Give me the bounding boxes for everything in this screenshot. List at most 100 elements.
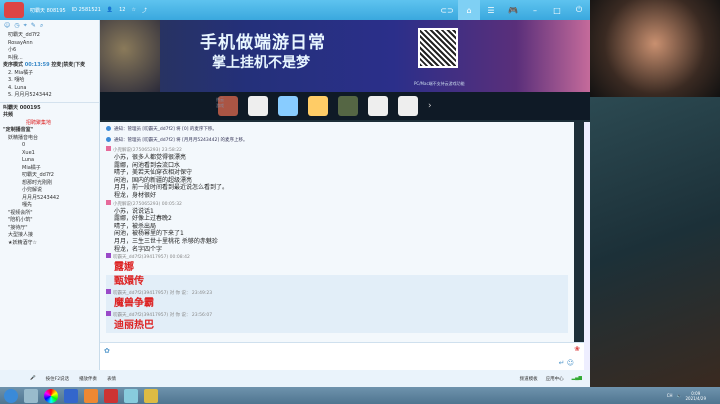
qr-code	[418, 28, 458, 68]
flower-icon[interactable]: ❀	[574, 345, 580, 353]
leave-mic[interactable]: 下麦	[75, 62, 85, 68]
power-icon[interactable]: ⏻	[568, 0, 590, 20]
user-item[interactable]: 叫我...	[0, 55, 99, 63]
member[interactable]: 小兜解说	[0, 187, 99, 195]
queue-item[interactable]: 3. 嘎哈	[0, 77, 99, 85]
app-center-button[interactable]: 应用中心	[546, 376, 564, 382]
accompaniment-button[interactable]: 播放伴奏	[79, 376, 97, 382]
group[interactable]: "接待厅"	[0, 225, 99, 233]
member[interactable]: 想那时光刚刚	[0, 180, 99, 188]
notice: 通知：管理员 [叨霸天_dd7f2] 将 [月月月5243442] 的麦序上移。	[106, 135, 568, 146]
big-message: 魔兽争霸	[106, 297, 568, 312]
banner-subline: 掌上挂机不是梦	[212, 55, 310, 71]
channel-id: ID 2581521	[71, 7, 101, 13]
clock[interactable]: 0:09 2021/4/29	[685, 391, 706, 401]
group[interactable]: ★妖精酒守☆	[0, 240, 99, 248]
group[interactable]: 大型接人接	[0, 232, 99, 240]
format-icon[interactable]: ✿	[104, 347, 110, 355]
ban-mic[interactable]: 禁麦	[63, 62, 73, 68]
message-meta: 小兜解说(275065293) 00:05:32	[106, 199, 568, 208]
game-icon[interactable]	[338, 96, 358, 116]
game-icon[interactable]	[308, 96, 328, 116]
message-input[interactable]: ✿ ❀ ↵ ☺	[100, 342, 584, 370]
control-mic[interactable]: 控麦	[51, 62, 61, 68]
queue-mode[interactable]: 麦序模式	[3, 62, 23, 68]
user-item[interactable]: 小6	[0, 47, 99, 55]
edit-icon[interactable]: ✎	[31, 22, 36, 30]
toggle-icon[interactable]: ⊂⊃	[436, 0, 458, 20]
ptt-button[interactable]: 按住F2说话	[46, 376, 69, 382]
channel-name[interactable]: 叫霸天 000195	[0, 105, 99, 113]
message-line: 露娜，好像上过春晚2	[114, 215, 172, 223]
message-meta: 叨霸天_dd7f2(39417957) 00:08:42	[106, 253, 568, 261]
group[interactable]: "陪机小筑"	[0, 217, 99, 225]
message-line: 小苏，说说话1	[114, 207, 154, 215]
queue-header: 麦序模式 00:13:59 控麦|禁麦|下麦	[3, 62, 86, 68]
queue-item[interactable]: 4. Luna	[0, 85, 99, 93]
list-icon[interactable]: ☰	[480, 0, 502, 20]
minimize-icon[interactable]: –	[524, 0, 546, 20]
webcam-feed	[590, 0, 720, 97]
message-line: 月月，前一段时间看到最近说怎么看到了。	[114, 184, 229, 192]
home-icon[interactable]: ⌂	[458, 0, 480, 20]
app-icon[interactable]	[64, 388, 78, 403]
app-icon[interactable]	[24, 388, 38, 403]
member[interactable]: Luna	[0, 157, 99, 165]
announce[interactable]: 招聘聚集地	[0, 120, 99, 128]
user-icon[interactable]: ☺	[4, 22, 10, 30]
avatar[interactable]	[4, 2, 24, 18]
message-line: 程龙，身材很好	[114, 191, 157, 199]
maximize-icon[interactable]: □	[546, 0, 568, 20]
signal-icon: ▂▄▆	[571, 375, 582, 381]
game-icon[interactable]	[368, 96, 388, 116]
location-icon[interactable]: ⌖	[24, 22, 27, 30]
app-icon[interactable]	[144, 388, 158, 403]
hero-image	[100, 20, 160, 92]
qr-caption: PC/Mac端不支持云游戏功能	[414, 81, 465, 86]
member[interactable]: 嘎先	[0, 202, 99, 210]
app-icon[interactable]	[124, 388, 138, 403]
member[interactable]: Mia橘子	[0, 165, 99, 173]
user-item[interactable]: 叨霸天_dd7f2	[0, 32, 99, 40]
search-icon[interactable]: ⌕	[40, 22, 43, 30]
message-meta: 叨霸天_dd7f2(39417957) 对 你 说： 23:56:07	[106, 311, 568, 320]
start-icon[interactable]	[4, 388, 18, 403]
send-icon[interactable]: ↵ ☺	[559, 359, 574, 367]
fans-count: 12	[119, 7, 126, 13]
message-meta: 小兜解说(275065293) 23:58:22	[106, 146, 568, 154]
user-item[interactable]: RosayAnn	[0, 40, 99, 48]
member[interactable]: 0	[0, 142, 99, 150]
message-line: 月月，三生三世十里桃花 杀够的赤魅珍	[114, 237, 218, 245]
game-icon[interactable]	[398, 96, 418, 116]
message-line: 程龙，名字四个字	[114, 245, 163, 253]
mic-icon[interactable]: 🎤	[30, 376, 36, 381]
template-button[interactable]: 频道模板	[520, 376, 538, 382]
member[interactable]: 叨霸天_dd7f2	[0, 172, 99, 180]
emoji-button[interactable]: 表情	[107, 376, 116, 382]
desktop-wallpaper	[590, 97, 720, 387]
volume-icon[interactable]: 🔈	[677, 393, 682, 398]
queue-item[interactable]: 2. Mia橘子	[0, 70, 99, 78]
member[interactable]: 月月月5243442	[0, 195, 99, 203]
group[interactable]: "视频会所"	[0, 210, 99, 218]
app-icon[interactable]	[104, 388, 118, 403]
notice: 通知：管理员 [叨霸天_dd7f2] 将 [0] 的麦序下移。	[106, 124, 568, 135]
game-icon[interactable]	[248, 96, 268, 116]
app-icon[interactable]	[84, 388, 98, 403]
star-icon[interactable]: ☆	[131, 7, 135, 13]
game-icon[interactable]	[278, 96, 298, 116]
lang-indicator[interactable]: CH	[667, 393, 673, 398]
chat-log: 通知：管理员 [叨霸天_dd7f2] 将 [0] 的麦序下移。 通知：管理员 […	[100, 122, 574, 342]
queue-item[interactable]: 5. 月月月5243442	[0, 92, 99, 100]
clock-icon[interactable]: ◷	[14, 22, 19, 30]
channel-sub[interactable]: 共频	[0, 112, 99, 120]
chevron-right-icon[interactable]: ›	[428, 101, 432, 111]
gamepad-icon[interactable]: 🎮	[502, 0, 524, 20]
share-icon[interactable]: ⤴	[142, 7, 147, 14]
group[interactable]: "定制播音室"	[0, 127, 99, 135]
subgroup[interactable]: 妖精播音电台	[0, 135, 99, 143]
user-icon: 👤	[106, 7, 114, 13]
member[interactable]: Xue1	[0, 150, 99, 158]
browser-icon[interactable]	[44, 388, 58, 403]
ad-banner[interactable]: 手机做端游日常 掌上挂机不是梦 PC/Mac端不支持云游戏功能	[100, 20, 590, 92]
